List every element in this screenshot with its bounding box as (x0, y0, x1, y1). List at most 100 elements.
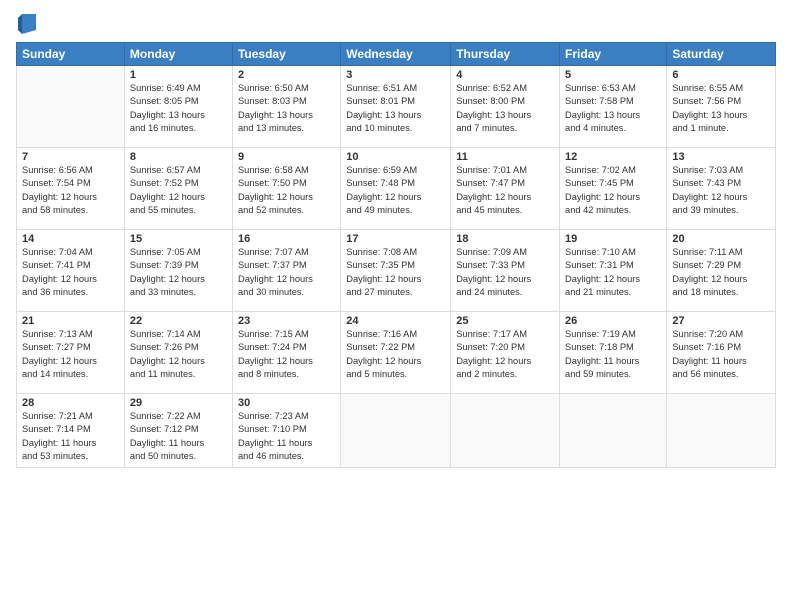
day-info: Sunrise: 7:23 AM Sunset: 7:10 PM Dayligh… (238, 410, 335, 464)
table-row: 16Sunrise: 7:07 AM Sunset: 7:37 PM Dayli… (232, 230, 340, 312)
table-row: 22Sunrise: 7:14 AM Sunset: 7:26 PM Dayli… (124, 312, 232, 394)
calendar-header-row: Sunday Monday Tuesday Wednesday Thursday… (17, 43, 776, 66)
day-number: 25 (456, 315, 554, 327)
table-row: 15Sunrise: 7:05 AM Sunset: 7:39 PM Dayli… (124, 230, 232, 312)
table-row: 28Sunrise: 7:21 AM Sunset: 7:14 PM Dayli… (17, 394, 125, 468)
table-row: 3Sunrise: 6:51 AM Sunset: 8:01 PM Daylig… (341, 66, 451, 148)
header (16, 12, 776, 34)
table-row: 5Sunrise: 6:53 AM Sunset: 7:58 PM Daylig… (560, 66, 667, 148)
day-info: Sunrise: 7:22 AM Sunset: 7:12 PM Dayligh… (130, 410, 227, 464)
day-info: Sunrise: 7:14 AM Sunset: 7:26 PM Dayligh… (130, 328, 227, 382)
day-info: Sunrise: 7:16 AM Sunset: 7:22 PM Dayligh… (346, 328, 445, 382)
day-number: 1 (130, 69, 227, 81)
day-number: 26 (565, 315, 661, 327)
day-info: Sunrise: 7:01 AM Sunset: 7:47 PM Dayligh… (456, 164, 554, 218)
table-row: 1Sunrise: 6:49 AM Sunset: 8:05 PM Daylig… (124, 66, 232, 148)
day-number: 27 (672, 315, 770, 327)
day-number: 9 (238, 151, 335, 163)
day-info: Sunrise: 7:21 AM Sunset: 7:14 PM Dayligh… (22, 410, 119, 464)
day-info: Sunrise: 7:11 AM Sunset: 7:29 PM Dayligh… (672, 246, 770, 300)
day-number: 22 (130, 315, 227, 327)
page: Sunday Monday Tuesday Wednesday Thursday… (0, 0, 792, 612)
day-info: Sunrise: 7:17 AM Sunset: 7:20 PM Dayligh… (456, 328, 554, 382)
day-number: 16 (238, 233, 335, 245)
table-row: 21Sunrise: 7:13 AM Sunset: 7:27 PM Dayli… (17, 312, 125, 394)
day-info: Sunrise: 6:58 AM Sunset: 7:50 PM Dayligh… (238, 164, 335, 218)
day-number: 10 (346, 151, 445, 163)
day-info: Sunrise: 6:51 AM Sunset: 8:01 PM Dayligh… (346, 82, 445, 136)
day-number: 11 (456, 151, 554, 163)
table-row: 9Sunrise: 6:58 AM Sunset: 7:50 PM Daylig… (232, 148, 340, 230)
day-info: Sunrise: 6:53 AM Sunset: 7:58 PM Dayligh… (565, 82, 661, 136)
day-info: Sunrise: 7:02 AM Sunset: 7:45 PM Dayligh… (565, 164, 661, 218)
table-row: 30Sunrise: 7:23 AM Sunset: 7:10 PM Dayli… (232, 394, 340, 468)
day-number: 24 (346, 315, 445, 327)
day-info: Sunrise: 6:50 AM Sunset: 8:03 PM Dayligh… (238, 82, 335, 136)
table-row (667, 394, 776, 468)
table-row: 23Sunrise: 7:15 AM Sunset: 7:24 PM Dayli… (232, 312, 340, 394)
day-info: Sunrise: 7:15 AM Sunset: 7:24 PM Dayligh… (238, 328, 335, 382)
table-row: 19Sunrise: 7:10 AM Sunset: 7:31 PM Dayli… (560, 230, 667, 312)
col-sunday: Sunday (17, 43, 125, 66)
day-number: 23 (238, 315, 335, 327)
table-row: 12Sunrise: 7:02 AM Sunset: 7:45 PM Dayli… (560, 148, 667, 230)
day-number: 2 (238, 69, 335, 81)
table-row: 24Sunrise: 7:16 AM Sunset: 7:22 PM Dayli… (341, 312, 451, 394)
calendar-table: Sunday Monday Tuesday Wednesday Thursday… (16, 42, 776, 468)
day-info: Sunrise: 6:56 AM Sunset: 7:54 PM Dayligh… (22, 164, 119, 218)
day-info: Sunrise: 6:49 AM Sunset: 8:05 PM Dayligh… (130, 82, 227, 136)
day-info: Sunrise: 6:52 AM Sunset: 8:00 PM Dayligh… (456, 82, 554, 136)
col-thursday: Thursday (451, 43, 560, 66)
logo (16, 12, 36, 34)
day-number: 12 (565, 151, 661, 163)
table-row: 6Sunrise: 6:55 AM Sunset: 7:56 PM Daylig… (667, 66, 776, 148)
calendar-week-row: 21Sunrise: 7:13 AM Sunset: 7:27 PM Dayli… (17, 312, 776, 394)
col-saturday: Saturday (667, 43, 776, 66)
table-row (341, 394, 451, 468)
day-info: Sunrise: 7:10 AM Sunset: 7:31 PM Dayligh… (565, 246, 661, 300)
day-number: 21 (22, 315, 119, 327)
day-number: 3 (346, 69, 445, 81)
table-row (560, 394, 667, 468)
table-row: 10Sunrise: 6:59 AM Sunset: 7:48 PM Dayli… (341, 148, 451, 230)
day-info: Sunrise: 6:55 AM Sunset: 7:56 PM Dayligh… (672, 82, 770, 136)
table-row: 14Sunrise: 7:04 AM Sunset: 7:41 PM Dayli… (17, 230, 125, 312)
day-info: Sunrise: 7:03 AM Sunset: 7:43 PM Dayligh… (672, 164, 770, 218)
col-monday: Monday (124, 43, 232, 66)
day-number: 15 (130, 233, 227, 245)
day-number: 29 (130, 397, 227, 409)
day-number: 5 (565, 69, 661, 81)
day-number: 17 (346, 233, 445, 245)
day-info: Sunrise: 7:19 AM Sunset: 7:18 PM Dayligh… (565, 328, 661, 382)
day-info: Sunrise: 7:05 AM Sunset: 7:39 PM Dayligh… (130, 246, 227, 300)
day-info: Sunrise: 7:20 AM Sunset: 7:16 PM Dayligh… (672, 328, 770, 382)
day-info: Sunrise: 6:59 AM Sunset: 7:48 PM Dayligh… (346, 164, 445, 218)
logo-icon (18, 12, 36, 34)
table-row: 20Sunrise: 7:11 AM Sunset: 7:29 PM Dayli… (667, 230, 776, 312)
day-number: 7 (22, 151, 119, 163)
table-row: 26Sunrise: 7:19 AM Sunset: 7:18 PM Dayli… (560, 312, 667, 394)
table-row: 7Sunrise: 6:56 AM Sunset: 7:54 PM Daylig… (17, 148, 125, 230)
table-row: 25Sunrise: 7:17 AM Sunset: 7:20 PM Dayli… (451, 312, 560, 394)
day-number: 20 (672, 233, 770, 245)
day-number: 28 (22, 397, 119, 409)
day-number: 19 (565, 233, 661, 245)
table-row: 17Sunrise: 7:08 AM Sunset: 7:35 PM Dayli… (341, 230, 451, 312)
table-row: 8Sunrise: 6:57 AM Sunset: 7:52 PM Daylig… (124, 148, 232, 230)
table-row (17, 66, 125, 148)
day-info: Sunrise: 7:09 AM Sunset: 7:33 PM Dayligh… (456, 246, 554, 300)
table-row: 13Sunrise: 7:03 AM Sunset: 7:43 PM Dayli… (667, 148, 776, 230)
calendar-week-row: 14Sunrise: 7:04 AM Sunset: 7:41 PM Dayli… (17, 230, 776, 312)
day-number: 4 (456, 69, 554, 81)
table-row: 29Sunrise: 7:22 AM Sunset: 7:12 PM Dayli… (124, 394, 232, 468)
calendar-week-row: 28Sunrise: 7:21 AM Sunset: 7:14 PM Dayli… (17, 394, 776, 468)
col-wednesday: Wednesday (341, 43, 451, 66)
col-friday: Friday (560, 43, 667, 66)
day-info: Sunrise: 7:13 AM Sunset: 7:27 PM Dayligh… (22, 328, 119, 382)
day-number: 18 (456, 233, 554, 245)
calendar-week-row: 7Sunrise: 6:56 AM Sunset: 7:54 PM Daylig… (17, 148, 776, 230)
day-number: 30 (238, 397, 335, 409)
day-info: Sunrise: 7:04 AM Sunset: 7:41 PM Dayligh… (22, 246, 119, 300)
table-row: 4Sunrise: 6:52 AM Sunset: 8:00 PM Daylig… (451, 66, 560, 148)
day-number: 14 (22, 233, 119, 245)
